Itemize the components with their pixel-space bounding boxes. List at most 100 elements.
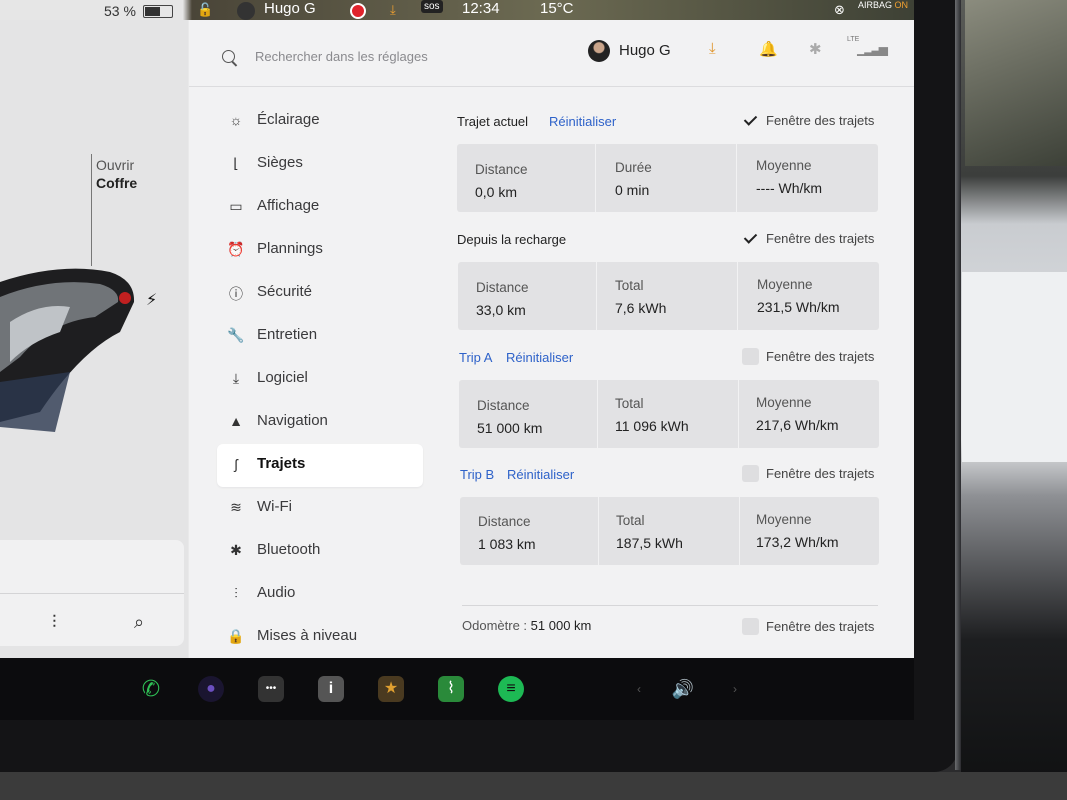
stat-value: 33,0 km xyxy=(476,302,526,318)
settings-nav: ☼ Éclairage ⌊ Sièges ▭ Affichage ⏰ Plannings… xyxy=(217,100,423,658)
nav-item-securite[interactable]: ⓘ Sécurité xyxy=(217,272,423,315)
lock-icon: 🔒 xyxy=(227,628,245,644)
profile-name[interactable]: Hugo G xyxy=(619,42,671,59)
stat-distance: Distance 0,0 km xyxy=(457,144,595,212)
trunk-pointer-line xyxy=(91,154,92,266)
stat-value: 187,5 kWh xyxy=(616,535,683,551)
trip-window-label[interactable]: Fenêtre des trajets xyxy=(766,466,874,481)
settings-search-bar[interactable]: Rechercher dans les réglages Hugo G ⤓ 🔔 … xyxy=(189,20,914,86)
nav-item-wifi[interactable]: ≋ Wi-Fi xyxy=(217,487,423,530)
search-icon[interactable]: ⌕ xyxy=(134,612,144,633)
camera-icon[interactable]: ● xyxy=(198,676,224,702)
equalizer-icon: ⫶ xyxy=(234,585,238,601)
profile-avatar-icon[interactable] xyxy=(237,2,255,20)
nav-item-affichage[interactable]: ▭ Affichage xyxy=(217,186,423,229)
nav-item-sieges[interactable]: ⌊ Sièges xyxy=(217,143,423,186)
trip-window-label[interactable]: Fenêtre des trajets xyxy=(766,113,874,128)
odometer-divider xyxy=(462,605,878,606)
stat-value: 0,0 km xyxy=(475,184,518,200)
nav-item-audio[interactable]: ⫶ Audio xyxy=(217,573,423,616)
open-trunk-label: Coffre xyxy=(96,175,138,191)
stat-value: 231,5 Wh/km xyxy=(757,299,840,315)
stat-label: Distance xyxy=(476,280,529,295)
trip-window-checkbox[interactable] xyxy=(742,348,759,365)
navigation-arrow-icon: ▲ xyxy=(229,413,243,429)
open-trunk-small: Ouvrir xyxy=(96,157,135,173)
nav-item-mises-a-niveau[interactable]: 🔒 Mises à niveau xyxy=(217,616,423,658)
search-input[interactable]: Rechercher dans les réglages xyxy=(255,49,428,64)
reset-link[interactable]: Réinitialiser xyxy=(507,467,574,482)
volume-down-chevron-icon[interactable]: ‹ xyxy=(626,676,652,702)
alarm-clock-icon: ⏰ xyxy=(227,241,245,257)
stat-value: ---- Wh/km xyxy=(756,180,823,196)
nav-item-navigation[interactable]: ▲ Navigation xyxy=(217,401,423,444)
stat-value: 11 096 kWh xyxy=(615,418,689,434)
phone-icon[interactable]: ✆ xyxy=(138,676,164,702)
open-trunk-button[interactable]: Ouvrir Coffre xyxy=(96,156,137,192)
odometer-label: Odomètre : xyxy=(462,618,528,633)
stat-label: Moyenne xyxy=(756,158,812,173)
dashcam-record-icon[interactable] xyxy=(350,3,366,19)
controls-sliders-icon[interactable]: ⫶ xyxy=(52,612,57,633)
section-title: Depuis la recharge xyxy=(457,232,567,247)
lock-icon[interactable]: 🔓 xyxy=(197,2,213,18)
nav-item-bluetooth[interactable]: ✱ Bluetooth xyxy=(217,530,423,573)
app-dock: ✆ ● ••• i ★ ⌇ ≡ ‹ 🔊 › xyxy=(0,658,914,720)
nav-item-label: Sièges xyxy=(257,154,303,171)
stat-value: 7,6 kWh xyxy=(615,300,667,316)
dashboard-trim xyxy=(962,272,1067,462)
section-title: Trajet actuel xyxy=(457,114,529,129)
nav-item-label: Wi-Fi xyxy=(257,498,292,515)
trip-window-checkbox[interactable] xyxy=(742,112,759,129)
stat-label: Distance xyxy=(475,162,528,177)
stat-label: Moyenne xyxy=(756,395,812,410)
trip-window-label[interactable]: Fenêtre des trajets xyxy=(766,349,874,364)
trip-stats-card: Distance 1 083 km Total 187,5 kWh Moyenn… xyxy=(460,497,879,565)
odometer-value: 51 000 km xyxy=(530,618,592,633)
trip-window-checkbox[interactable] xyxy=(742,465,759,482)
status-bar: 53 % 🔓 Hugo G ⤓ sos 12:34 15°C ⊗ AIRBAG … xyxy=(0,0,914,20)
spotify-icon[interactable]: ≡ xyxy=(498,676,524,702)
volume-up-chevron-icon[interactable]: › xyxy=(722,676,748,702)
nav-item-trajets[interactable]: ʃ Trajets xyxy=(217,444,423,487)
trip-window-label[interactable]: Fenêtre des trajets xyxy=(766,231,874,246)
download-icon[interactable]: ⤓ xyxy=(390,2,396,18)
wifi-icon: ≋ xyxy=(230,499,242,515)
wrench-icon: 🔧 xyxy=(227,327,245,343)
nav-item-plannings[interactable]: ⏰ Plannings xyxy=(217,229,423,272)
battery-percent: 53 % xyxy=(104,3,136,19)
toybox-icon[interactable]: ★ xyxy=(378,676,404,702)
odometer-window-label[interactable]: Fenêtre des trajets xyxy=(766,619,874,634)
volume-icon[interactable]: 🔊 xyxy=(670,676,696,702)
battery-icon xyxy=(143,5,173,18)
avatar[interactable] xyxy=(588,40,610,62)
nav-item-label: Éclairage xyxy=(257,111,320,128)
stat-average: Moyenne 231,5 Wh/km xyxy=(738,262,879,330)
bell-icon[interactable]: 🔔 xyxy=(759,40,778,58)
download-icon[interactable]: ⤓ xyxy=(709,40,716,57)
sun-icon: ☼ xyxy=(229,112,243,128)
bluetooth-icon[interactable]: ✱ xyxy=(809,40,822,58)
energy-icon[interactable]: ⌇ xyxy=(438,676,464,702)
nav-item-label: Plannings xyxy=(257,240,323,257)
stat-total: Total 187,5 kWh xyxy=(599,497,739,565)
trip-stats-card: Distance 51 000 km Total 11 096 kWh Moye… xyxy=(459,380,879,448)
stat-total: Total 7,6 kWh xyxy=(597,262,737,330)
nav-item-eclairage[interactable]: ☼ Éclairage xyxy=(217,100,423,143)
trip-window-checkbox[interactable] xyxy=(742,230,759,247)
section-title: Trip A xyxy=(459,350,493,365)
nav-item-entretien[interactable]: 🔧 Entretien xyxy=(217,315,423,358)
status-user[interactable]: Hugo G xyxy=(264,0,316,17)
nav-item-logiciel[interactable]: ⤓ Logiciel xyxy=(217,358,423,401)
passenger-airbag-icon: ⊗ xyxy=(834,2,845,17)
more-apps-icon[interactable]: ••• xyxy=(258,676,284,702)
sos-badge[interactable]: sos xyxy=(421,0,443,13)
stat-label: Durée xyxy=(615,160,652,175)
reset-link[interactable]: Réinitialiser xyxy=(549,114,616,129)
manual-icon[interactable]: i xyxy=(318,676,344,702)
odometer-window-checkbox[interactable] xyxy=(742,618,759,635)
outside-temperature: 15°C xyxy=(540,0,574,17)
header-divider xyxy=(189,86,914,87)
reset-link[interactable]: Réinitialiser xyxy=(506,350,573,365)
stat-distance: Distance 1 083 km xyxy=(460,497,598,565)
